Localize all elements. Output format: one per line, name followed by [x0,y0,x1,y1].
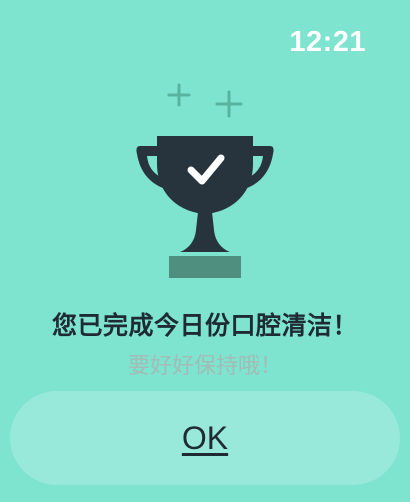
ok-button-label: OK [181,419,229,456]
completion-title: 您已完成今日份口腔清洁！ [51,311,358,340]
trophy-with-checkmark-icon [136,83,274,278]
completion-screen: 12:21 您已完成今日份口腔清洁！ 要好好保持哦！ OK [0,0,410,502]
sparkle-icon [215,90,243,118]
ok-button[interactable]: OK [10,391,400,485]
status-time: 12:21 [289,26,366,58]
sparkle-icon [167,83,191,107]
completion-subtitle: 要好好保持哦！ [127,354,282,379]
